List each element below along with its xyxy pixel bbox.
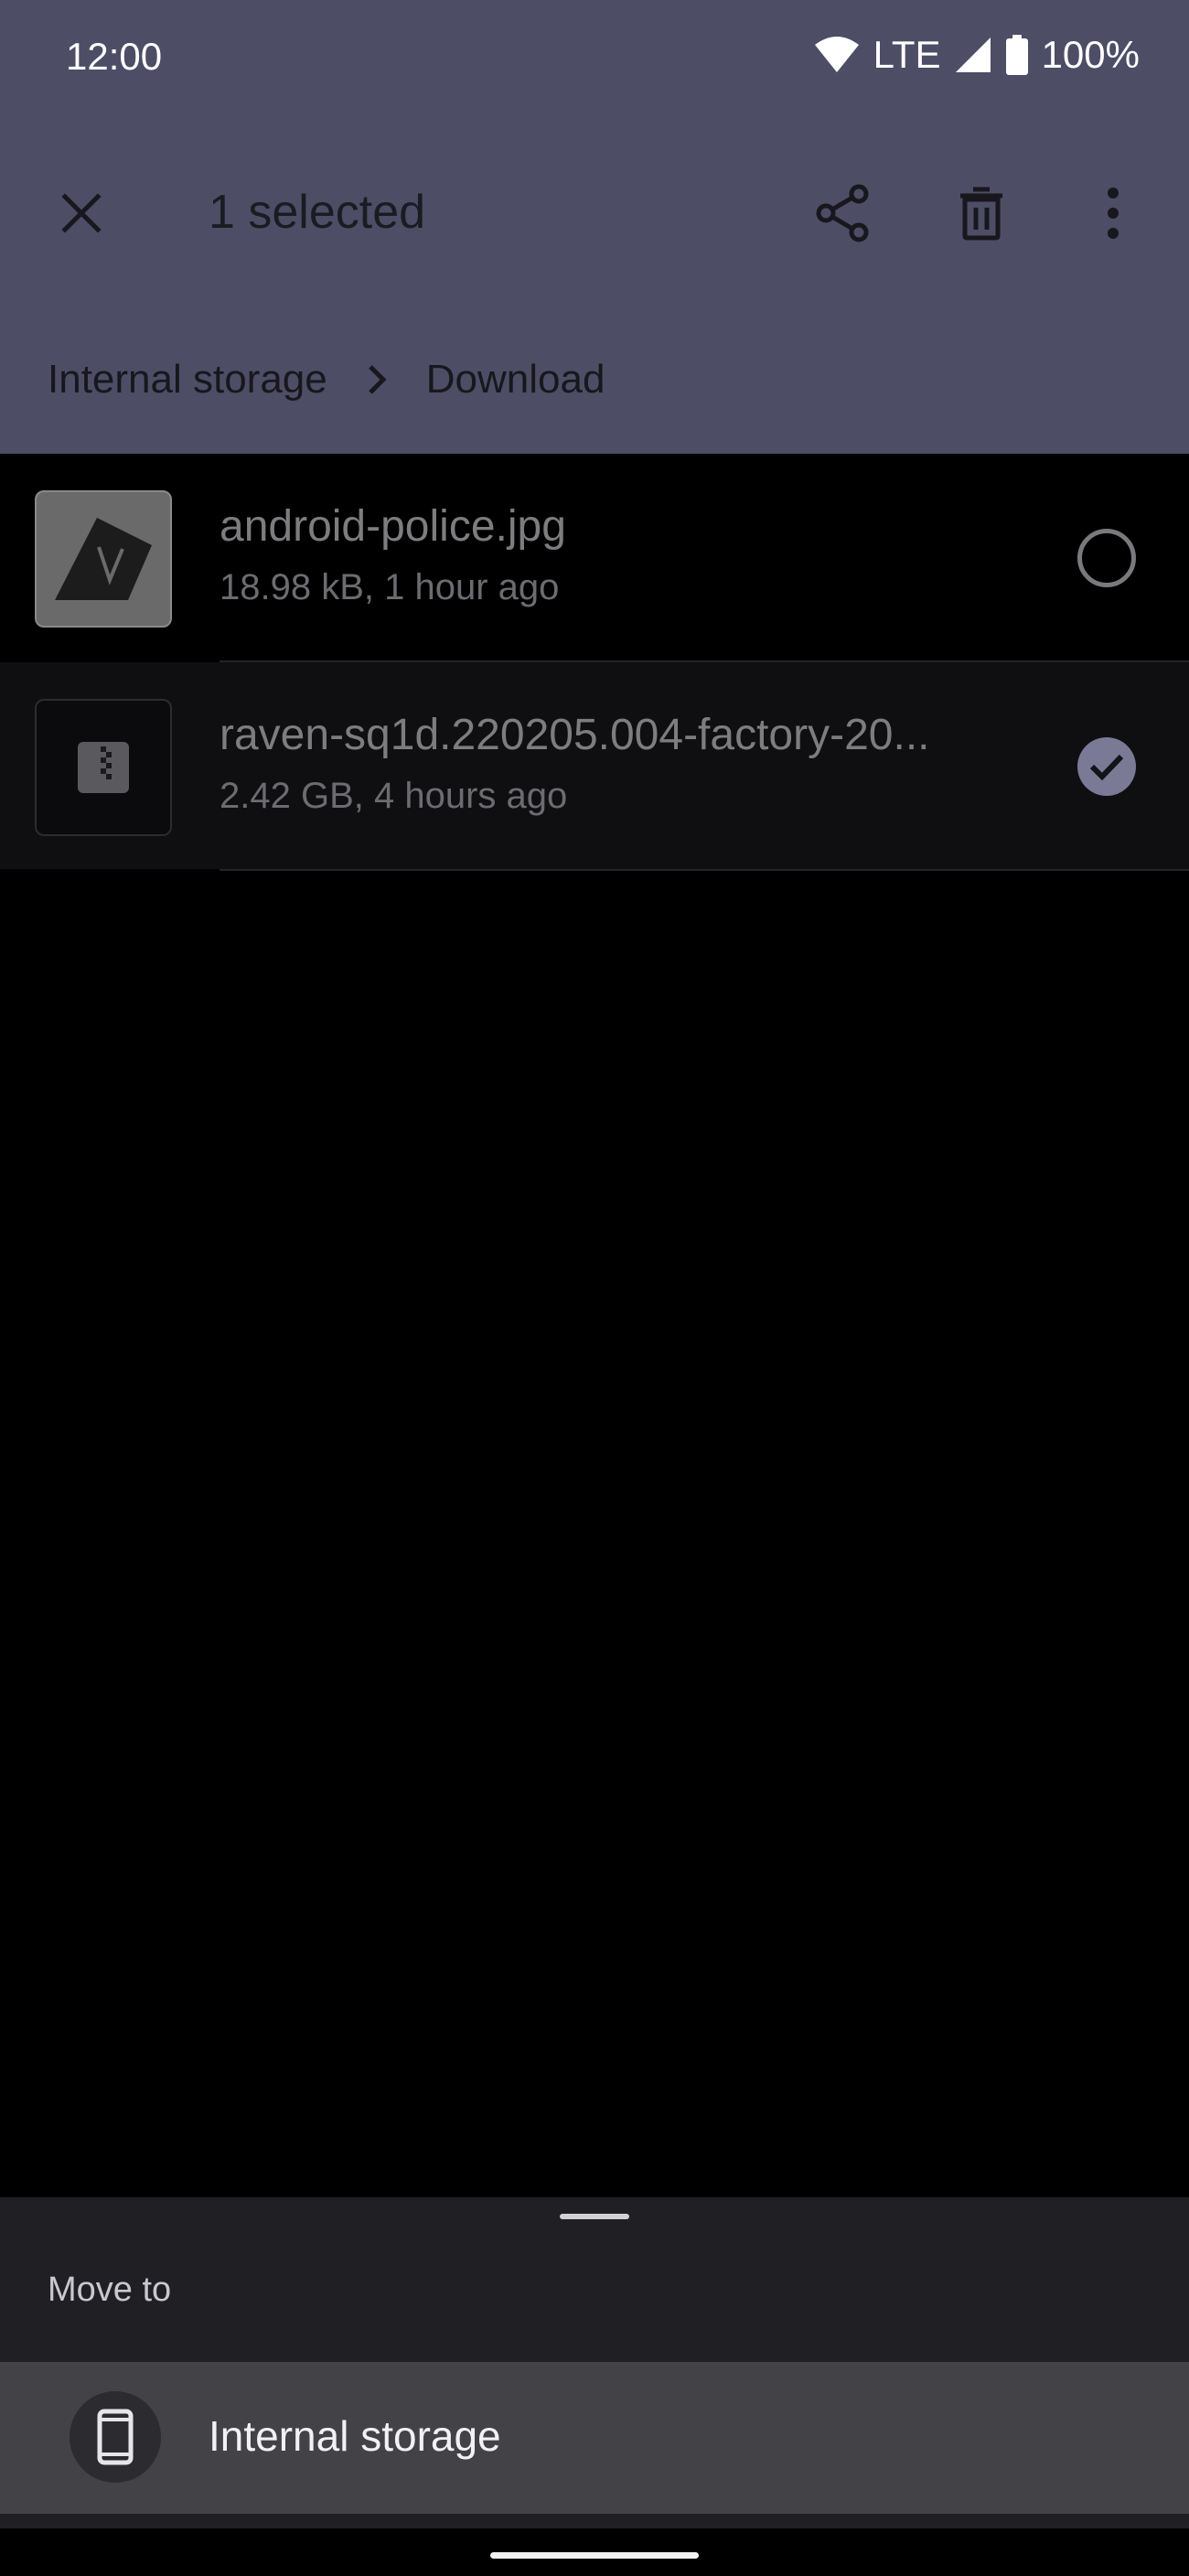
signal-icon (954, 36, 992, 74)
selection-count: 1 selected (209, 186, 426, 239)
list-item[interactable]: raven-sq1d.220205.004-factory-20... 2.42… (0, 662, 1189, 871)
file-name: android-police.jpg (220, 502, 566, 551)
selection-checkbox[interactable] (1077, 529, 1136, 587)
file-list: android-police.jpg 18.98 kB, 1 hour ago … (0, 454, 1189, 871)
top-app-bar: 12:00 LTE 100% 1 selected Internal stora… (0, 0, 1189, 454)
wifi-icon (813, 36, 861, 74)
image-thumbnail (35, 490, 172, 628)
selection-action-bar: 1 selected (0, 156, 1189, 271)
more-options-button[interactable] (1076, 176, 1151, 251)
breadcrumb: Internal storage Download (0, 338, 1189, 421)
close-icon (61, 193, 102, 233)
breadcrumb-root[interactable]: Internal storage (48, 357, 327, 402)
sheet-title: Move to (48, 2270, 172, 2309)
delete-button[interactable] (944, 176, 1019, 251)
destination-internal-storage[interactable]: Internal storage (0, 2362, 1189, 2514)
destination-label: Internal storage (209, 2412, 501, 2460)
archive-thumbnail (35, 699, 172, 836)
archive-icon (78, 742, 129, 793)
home-gesture-handle[interactable] (490, 2552, 699, 2559)
breadcrumb-current[interactable]: Download (426, 357, 605, 402)
phone-icon (70, 2391, 161, 2483)
status-bar: 12:00 LTE 100% (0, 0, 1189, 119)
battery-icon (1005, 35, 1029, 75)
share-icon (816, 184, 869, 242)
gesture-navigation-bar (0, 2528, 1189, 2576)
delete-icon (960, 187, 1002, 241)
selection-checkbox[interactable] (1077, 737, 1136, 796)
status-indicators: LTE 100% (813, 33, 1140, 77)
status-time: 12:00 (66, 35, 163, 78)
drag-handle[interactable] (560, 2214, 629, 2219)
more-vert-icon (1108, 188, 1119, 239)
close-selection-button[interactable] (44, 176, 119, 251)
network-type: LTE (873, 33, 941, 76)
android-police-logo-icon (55, 518, 152, 600)
file-meta: 2.42 GB, 4 hours ago (220, 776, 568, 816)
chevron-right-icon (340, 343, 413, 416)
share-button[interactable] (805, 176, 880, 251)
list-item[interactable]: android-police.jpg 18.98 kB, 1 hour ago (0, 454, 1189, 662)
check-icon (1089, 754, 1124, 781)
move-to-bottom-sheet: Move to Internal storage (0, 2197, 1189, 2528)
battery-level: 100% (1041, 33, 1140, 76)
file-meta: 18.98 kB, 1 hour ago (220, 567, 560, 607)
file-name: raven-sq1d.220205.004-factory-20... (220, 711, 930, 759)
